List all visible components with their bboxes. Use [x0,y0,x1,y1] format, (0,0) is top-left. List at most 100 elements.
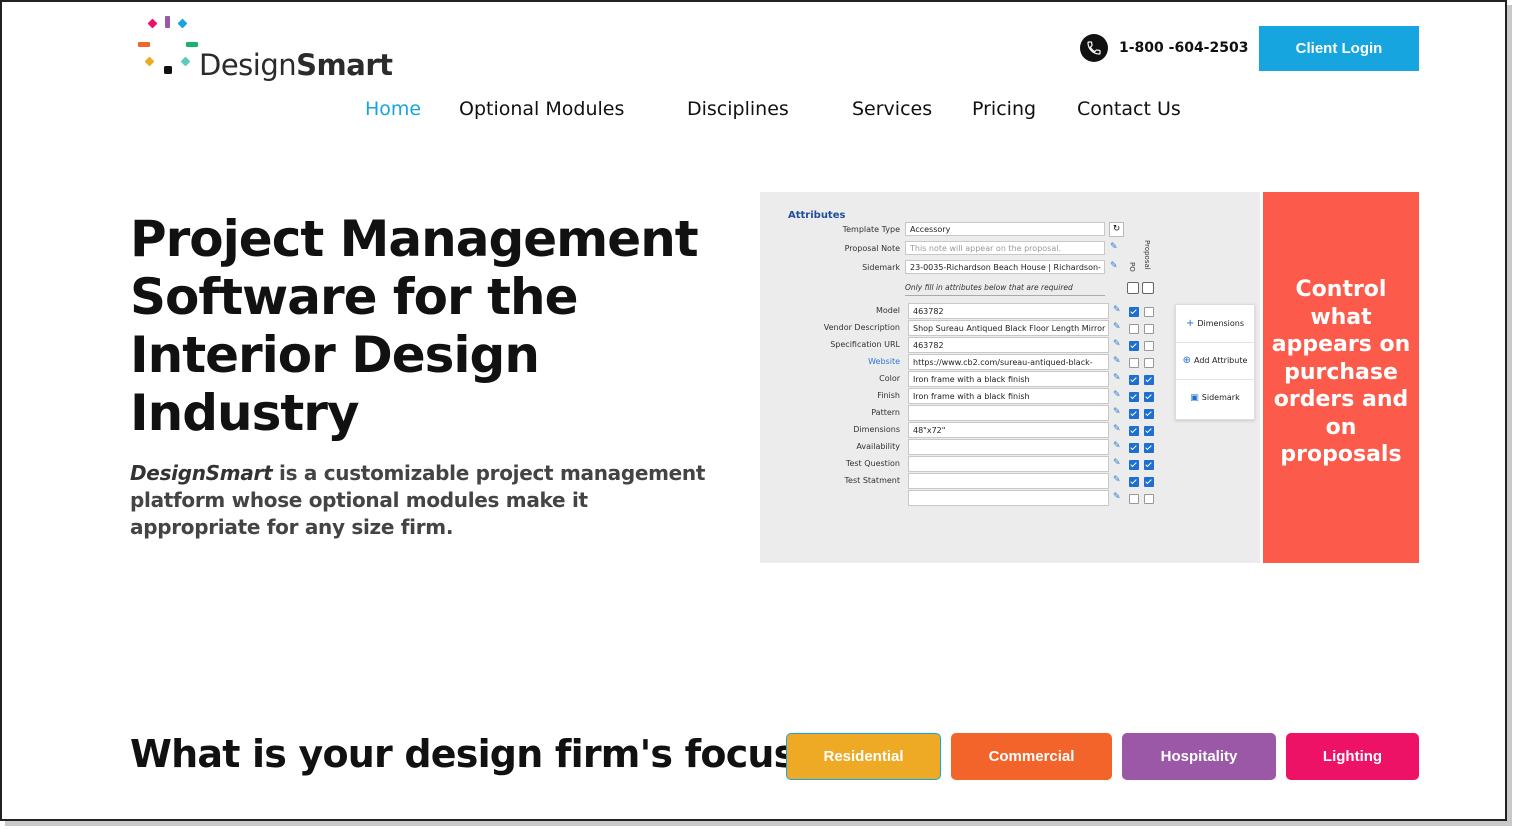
attribute-value-input[interactable]: Shop Sureau Antiqued Black Floor Length … [908,320,1109,336]
attribute-value-input[interactable] [908,439,1109,455]
po-checkbox[interactable] [1129,324,1139,334]
attribute-label: Test Statment [844,476,900,485]
proposal-note-input[interactable]: This note will appear on the proposal. [905,241,1105,255]
po-checkbox[interactable] [1129,307,1139,317]
attributes-screenshot: Attributes Template Type Accessory ↻ Pro… [760,192,1260,563]
pencil-icon[interactable]: ✎ [1113,492,1121,502]
attribute-value-input[interactable]: 463782 [908,337,1109,353]
attribute-label: Model [875,306,900,315]
page-frame: DesignSmart 1-800 -604-2503 Client Login… [0,0,1507,821]
proposal-checkbox[interactable] [1144,375,1154,385]
po-checkbox[interactable] [1129,477,1139,487]
hero-title: Project Management Software for the Inte… [130,210,699,442]
po-checkbox[interactable] [1129,426,1139,436]
nav-contact-us[interactable]: Contact Us [1077,98,1181,120]
phone-number[interactable]: 1-800 -604-2503 [1119,40,1248,56]
po-checkbox[interactable] [1129,443,1139,453]
proposal-checkbox[interactable] [1144,426,1154,436]
attribute-value-input[interactable] [908,473,1109,489]
attribute-value-input[interactable]: 48"x72" [908,422,1109,438]
po-checkbox[interactable] [1129,375,1139,385]
proposal-checkbox[interactable] [1144,324,1154,334]
attribute-value-input[interactable] [908,405,1109,421]
residential-button[interactable]: Residential [786,733,941,780]
po-checkbox[interactable] [1129,341,1139,351]
proposal-checkbox[interactable] [1144,443,1154,453]
proposal-checkbox[interactable] [1144,460,1154,470]
sidemark-label: Sidemark [862,263,900,272]
phone-contact[interactable]: 1-800 -604-2503 [1080,34,1248,62]
attribute-value-input[interactable] [908,490,1109,506]
required-note: Only fill in attributes below that are r… [905,283,1073,292]
pencil-icon[interactable]: ✎ [1113,475,1121,485]
proposal-checkbox[interactable] [1144,409,1154,419]
sidemark-button[interactable]: ▣ Sidemark [1176,379,1254,416]
pencil-icon[interactable]: ✎ [1110,261,1118,271]
proposal-checkbox[interactable] [1144,494,1154,504]
po-select-all-checkbox[interactable] [1127,282,1139,294]
attribute-label: Vendor Description [823,323,900,332]
attribute-label: Test Question [845,459,900,468]
pencil-icon[interactable]: ✎ [1113,373,1121,383]
template-type-select[interactable]: Accessory [905,222,1105,236]
po-checkbox[interactable] [1129,494,1139,504]
attribute-label: Availability [856,442,900,451]
proposal-column-label: Proposal [1143,240,1151,270]
proposal-note-label: Proposal Note [844,244,900,253]
pencil-icon[interactable]: ✎ [1113,424,1121,434]
nav-disciplines[interactable]: Disciplines [687,98,789,120]
sidemark-input[interactable]: 23-0035-Richardson Beach House | Richard… [905,260,1105,274]
po-checkbox[interactable] [1129,392,1139,402]
hospitality-button[interactable]: Hospitality [1122,733,1276,780]
plus-icon: + [1185,318,1195,329]
attribute-value-input[interactable]: 463782 [908,303,1109,319]
phone-icon [1080,34,1108,62]
proposal-checkbox[interactable] [1144,392,1154,402]
pencil-icon[interactable]: ✎ [1113,339,1121,349]
po-checkbox[interactable] [1129,409,1139,419]
po-checkbox[interactable] [1129,358,1139,368]
attribute-value-input[interactable]: Iron frame with a black finish [908,371,1109,387]
lighting-button[interactable]: Lighting [1286,733,1419,780]
pencil-icon[interactable]: ✎ [1110,242,1118,252]
pencil-icon[interactable]: ✎ [1113,305,1121,315]
logo-wordmark: DesignSmart [199,48,393,82]
callout-panel: Control what appears on purchase orders … [1263,192,1419,563]
po-checkbox[interactable] [1129,460,1139,470]
add-circle-icon: ⊕ [1182,355,1192,366]
dimensions-button[interactable]: + Dimensions [1176,305,1254,343]
pencil-icon[interactable]: ✎ [1113,390,1121,400]
nav-services[interactable]: Services [852,98,932,120]
refresh-icon[interactable]: ↻ [1109,222,1124,237]
attribute-label[interactable]: Website [760,357,900,366]
attribute-label: Dimensions [853,425,900,434]
proposal-checkbox[interactable] [1144,477,1154,487]
add-attribute-button[interactable]: ⊕ Add Attribute [1176,342,1254,380]
pencil-icon[interactable]: ✎ [1113,356,1121,366]
client-login-button[interactable]: Client Login [1259,26,1419,71]
attribute-label: Finish [877,391,900,400]
callout-text: Control what appears on purchase orders … [1271,277,1411,467]
nav-home[interactable]: Home [365,98,421,120]
attribute-value-input[interactable]: Iron frame with a black finish [908,388,1109,404]
attribute-label: Specification URL [830,340,900,349]
nav-optional-modules[interactable]: Optional Modules [459,98,624,120]
proposal-checkbox[interactable] [1144,307,1154,317]
pencil-icon[interactable]: ✎ [1113,458,1121,468]
logo[interactable]: DesignSmart [136,14,396,86]
pencil-icon[interactable]: ✎ [1113,407,1121,417]
nav-pricing[interactable]: Pricing [972,98,1036,120]
po-column-label: PO [1128,262,1136,272]
pencil-icon[interactable]: ✎ [1113,322,1121,332]
logo-mark-icon [138,16,198,74]
proposal-checkbox[interactable] [1144,358,1154,368]
template-type-label: Template Type [842,225,900,234]
proposal-select-all-checkbox[interactable] [1142,282,1154,294]
pencil-icon[interactable]: ✎ [1113,441,1121,451]
attribute-value-input[interactable]: https://www.cb2.com/sureau-antiqued-blac… [908,354,1109,370]
sidemark-icon: ▣ [1190,392,1199,403]
proposal-checkbox[interactable] [1144,341,1154,351]
attribute-value-input[interactable] [908,456,1109,472]
focus-title: What is your design firm's focus? [130,732,818,776]
commercial-button[interactable]: Commercial [951,733,1112,780]
